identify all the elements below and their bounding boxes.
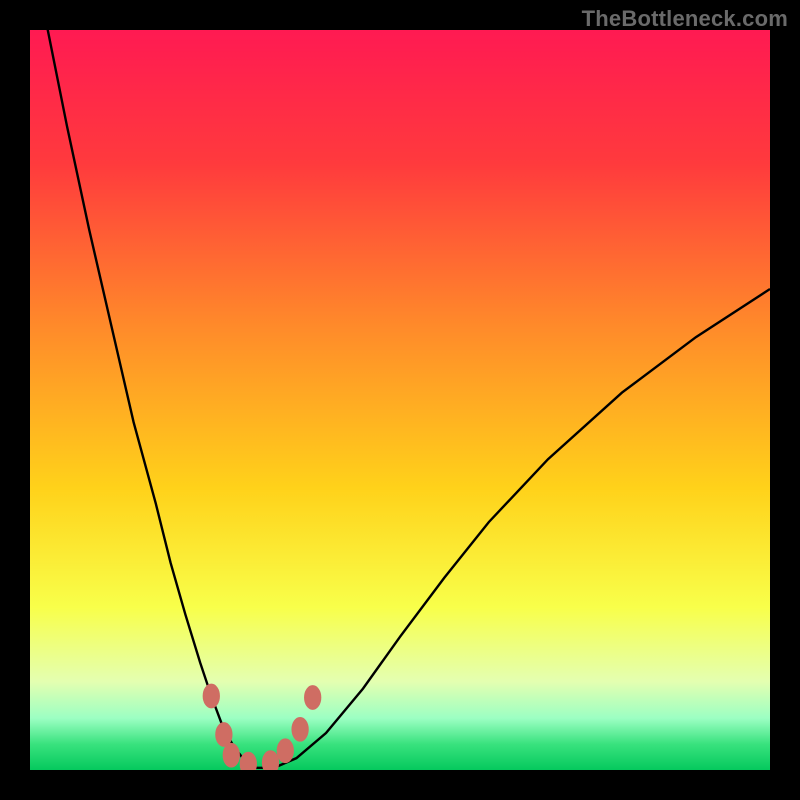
bottleneck-chart [30, 30, 770, 770]
curve-marker [240, 752, 256, 770]
chart-frame: TheBottleneck.com [0, 0, 800, 800]
curve-marker [223, 743, 239, 767]
curve-marker [216, 723, 232, 747]
watermark-text: TheBottleneck.com [582, 6, 788, 32]
curve-marker [203, 684, 219, 708]
curve-marker [292, 717, 308, 741]
curve-marker [262, 751, 278, 770]
plot-area [30, 30, 770, 770]
curve-marker [305, 686, 321, 710]
curve-marker [277, 739, 293, 763]
gradient-background [30, 30, 770, 770]
